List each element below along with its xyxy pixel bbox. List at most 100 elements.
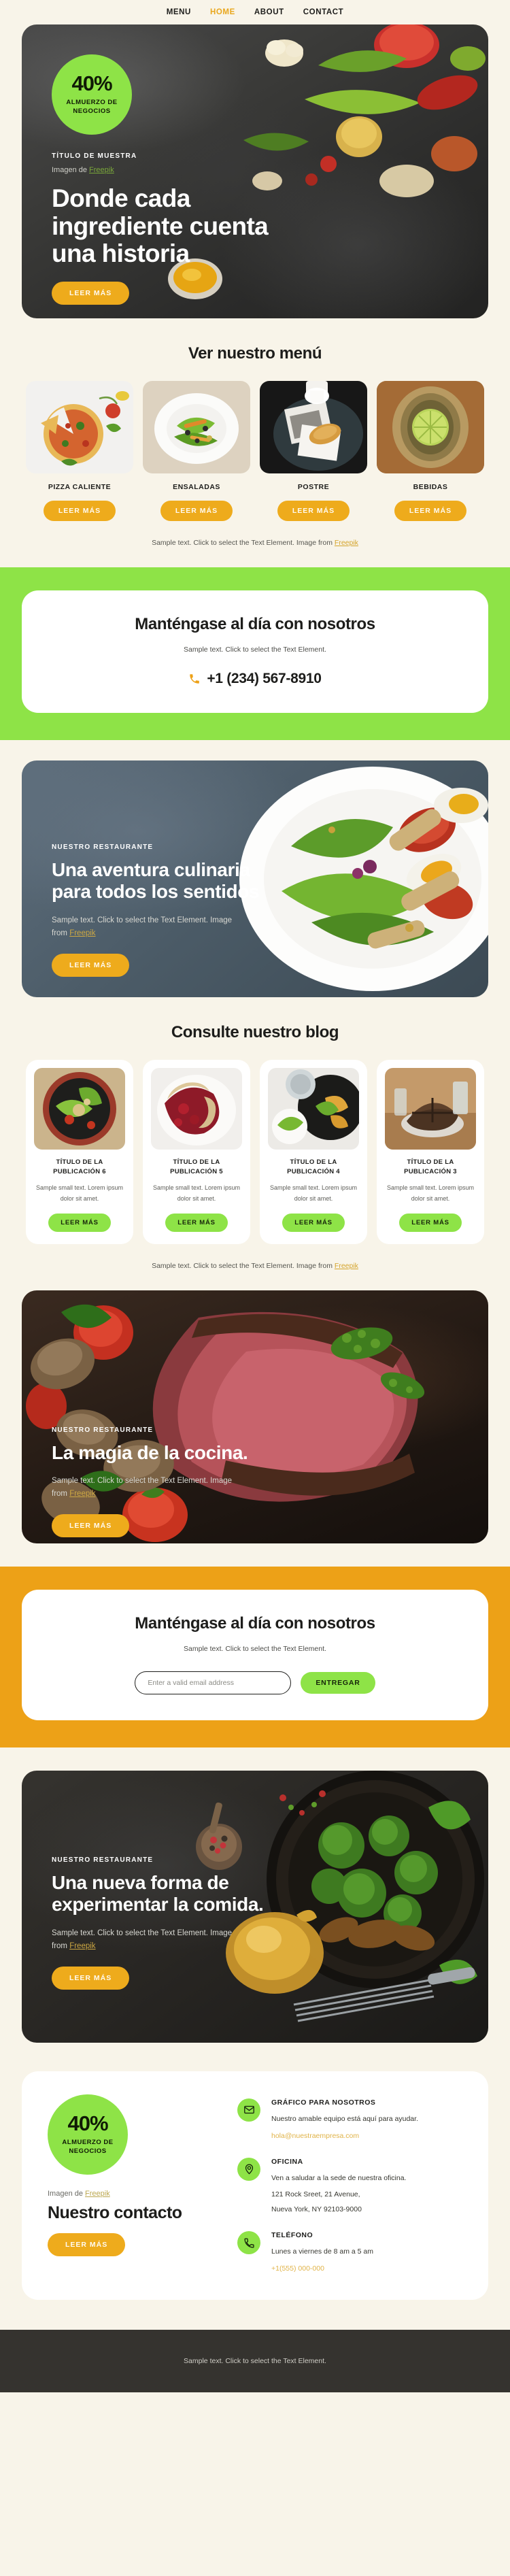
hero-read-more-button[interactable]: LEER MÁS	[52, 282, 130, 305]
blog-caption-text: Sample text. Click to select the Text El…	[152, 1261, 335, 1270]
newsletter-subtext: Sample text. Click to select the Text El…	[184, 1644, 326, 1653]
contact-read-more-button[interactable]: LEER MÁS	[48, 2233, 126, 2257]
adventure-eyebrow: NUESTRO RESTAURANTE	[52, 843, 154, 851]
magic-banner: NUESTRO RESTAURANTE La magia de la cocin…	[22, 1290, 488, 1543]
contact-item-text: Ven a saludar a la sede de nuestra ofici…	[271, 2173, 407, 2182]
blog-card[interactable]: TÍTULO DE LA PUBLICACIÓN 5 Sample small …	[143, 1059, 250, 1244]
contact-heading: Nuestro contacto	[48, 2203, 182, 2222]
blog-card[interactable]: TÍTULO DE LA PUBLICACIÓN 3 Sample small …	[377, 1059, 484, 1244]
contact-item-phone: TELÉFONO Lunes a viernes de 8 am a 5 am …	[237, 2231, 462, 2273]
menu-cards-grid: PIZZA CALIENTE LEER MÁS ENSALADAS LEER M…	[22, 381, 488, 521]
blog-card-image-5	[151, 1067, 242, 1150]
hero-eyebrow: TÍTULO DE MUESTRA	[52, 152, 137, 160]
blog-card-text: Sample small text. Lorem ipsum dolor sit…	[386, 1184, 475, 1203]
menu-card-button[interactable]: LEER MÁS	[43, 501, 116, 521]
contact-item-title: OFICINA	[271, 2157, 303, 2166]
newsletter-submit-button[interactable]: ENTREGAR	[301, 1671, 375, 1694]
newsletter-form: ENTREGAR	[49, 1671, 461, 1694]
contact-card: 40% ALMUERZO DE NEGOCIOS Imagen de Freep…	[22, 2071, 488, 2301]
menu-caption-text: Sample text. Click to select the Text El…	[152, 539, 335, 547]
page-footer: Sample text. Click to select the Text El…	[0, 2330, 510, 2393]
hero-discount-badge: 40% ALMUERZO DE NEGOCIOS	[52, 54, 132, 135]
contact-body: GRÁFICO PARA NOSOTROS Nuestro amable equ…	[271, 2098, 418, 2140]
blog-card-button[interactable]: LEER MÁS	[48, 1213, 111, 1232]
menu-card-name: BEBIDAS	[413, 483, 448, 491]
contact-phone-section: Manténgase al día con nosotros Sample te…	[0, 567, 510, 740]
contact-item-address-line1: 121 Rock Sreet, 21 Avenue,	[271, 2190, 360, 2199]
contact-right-column: GRÁFICO PARA NOSOTROS Nuestro amable equ…	[237, 2094, 462, 2273]
phone-number[interactable]: +1 (234) 567-8910	[207, 671, 322, 687]
contact-phone-heading: Manténgase al día con nosotros	[135, 615, 375, 633]
magic-read-more-button[interactable]: LEER MÁS	[52, 1514, 130, 1538]
menu-card-image-pizza	[26, 381, 133, 473]
blog-caption-link[interactable]: Freepik	[335, 1262, 358, 1270]
blog-card-button[interactable]: LEER MÁS	[282, 1213, 345, 1232]
menu-section-caption: Sample text. Click to select the Text El…	[22, 521, 488, 567]
magic-section: NUESTRO RESTAURANTE La magia de la cocin…	[0, 1290, 510, 1567]
contact-credit-link[interactable]: Freepik	[85, 2190, 110, 2198]
menu-card: ENSALADAS LEER MÁS	[143, 381, 250, 521]
blog-card-text: Sample small text. Lorem ipsum dolor sit…	[152, 1184, 241, 1203]
blog-card-image-3	[385, 1067, 476, 1150]
menu-caption-link[interactable]: Freepik	[335, 539, 358, 547]
nav-item-home[interactable]: HOME	[210, 8, 235, 16]
contact-left-column: 40% ALMUERZO DE NEGOCIOS Imagen de Freep…	[48, 2094, 221, 2273]
blog-card-title: TÍTULO DE LA PUBLICACIÓN 5	[170, 1158, 223, 1175]
newway-banner: NUESTRO RESTAURANTE Una nueva forma de e…	[22, 1770, 488, 2043]
contact-item-email: GRÁFICO PARA NOSOTROS Nuestro amable equ…	[237, 2098, 462, 2140]
blog-card[interactable]: TÍTULO DE LA PUBLICACIÓN 4 Sample small …	[260, 1059, 367, 1244]
hero-badge-label: ALMUERZO DE NEGOCIOS	[66, 99, 118, 115]
blog-section-caption: Sample text. Click to select the Text El…	[22, 1244, 488, 1290]
blog-card-button[interactable]: LEER MÁS	[399, 1213, 462, 1232]
contact-phone-subtext: Sample text. Click to select the Text El…	[184, 646, 326, 654]
magic-subtext: Sample text. Click to select the Text El…	[52, 1475, 235, 1501]
newway-eyebrow: NUESTRO RESTAURANTE	[52, 1856, 154, 1864]
adventure-sub-link[interactable]: Freepik	[69, 929, 95, 937]
blog-card-title: TÍTULO DE LA PUBLICACIÓN 6	[53, 1158, 106, 1175]
magic-sub-link[interactable]: Freepik	[69, 1490, 95, 1498]
hero-credit-link[interactable]: Freepik	[89, 166, 114, 174]
contact-image-credit: Imagen de Freepik	[48, 2190, 221, 2198]
newway-sub-link[interactable]: Freepik	[69, 1942, 95, 1950]
menu-card-name: POSTRE	[297, 483, 330, 491]
adventure-read-more-button[interactable]: LEER MÁS	[52, 953, 130, 977]
hero-title: Donde cada ingrediente cuenta una histor…	[52, 184, 269, 268]
contact-section: 40% ALMUERZO DE NEGOCIOS Imagen de Freep…	[0, 2043, 510, 2330]
newsletter-section: Manténgase al día con nosotros Sample te…	[0, 1566, 510, 1747]
contact-item-link[interactable]: hola@nuestraempresa.com	[271, 2132, 418, 2140]
blog-card-button[interactable]: LEER MÁS	[165, 1213, 228, 1232]
blog-card-image-4	[268, 1067, 359, 1150]
blog-card-title: TÍTULO DE LA PUBLICACIÓN 4	[287, 1158, 340, 1175]
adventure-title: Una aventura culinaria para todos los se…	[52, 858, 260, 903]
menu-card-name: ENSALADAS	[173, 483, 220, 491]
menu-card-button[interactable]: LEER MÁS	[277, 501, 350, 521]
contact-item-text: Nuestro amable equipo está aquí para ayu…	[271, 2114, 418, 2123]
blog-card-title: TÍTULO DE LA PUBLICACIÓN 3	[404, 1158, 457, 1175]
newway-read-more-button[interactable]: LEER MÁS	[52, 1966, 130, 1990]
blog-section: Consulte nuestro blog TÍTULO DE LA PUBLI…	[0, 997, 510, 1290]
blog-card-image-6	[34, 1067, 125, 1150]
blog-section-heading: Consulte nuestro blog	[171, 1022, 339, 1041]
nav-item-about[interactable]: ABOUT	[254, 8, 284, 16]
nav-item-menu[interactable]: MENU	[167, 8, 191, 16]
envelope-icon	[237, 2098, 260, 2122]
contact-phone-card: Manténgase al día con nosotros Sample te…	[22, 590, 488, 713]
phone-icon	[237, 2231, 260, 2255]
contact-item-link[interactable]: +1(555) 000-000	[271, 2264, 373, 2273]
email-input[interactable]	[135, 1671, 292, 1694]
newway-title: Una nueva forma de experimentar la comid…	[52, 1871, 264, 1916]
menu-card: PIZZA CALIENTE LEER MÁS	[26, 381, 133, 521]
menu-card-button[interactable]: LEER MÁS	[394, 501, 467, 521]
magic-content: NUESTRO RESTAURANTE La magia de la cocin…	[22, 1290, 488, 1543]
menu-section-heading: Ver nuestro menú	[188, 344, 322, 363]
menu-card-button[interactable]: LEER MÁS	[160, 501, 233, 521]
map-pin-icon	[237, 2157, 260, 2181]
footer-text: Sample text. Click to select the Text El…	[184, 2357, 326, 2366]
nav-item-contact[interactable]: CONTACT	[303, 8, 344, 16]
hero-credit-prefix: Imagen de	[52, 166, 90, 174]
phone-row[interactable]: +1 (234) 567-8910	[49, 671, 461, 687]
menu-card-name: PIZZA CALIENTE	[48, 483, 112, 491]
blog-card[interactable]: TÍTULO DE LA PUBLICACIÓN 6 Sample small …	[26, 1059, 133, 1244]
blog-card-text: Sample small text. Lorem ipsum dolor sit…	[35, 1184, 124, 1203]
magic-title: La magia de la cocina.	[52, 1441, 248, 1463]
